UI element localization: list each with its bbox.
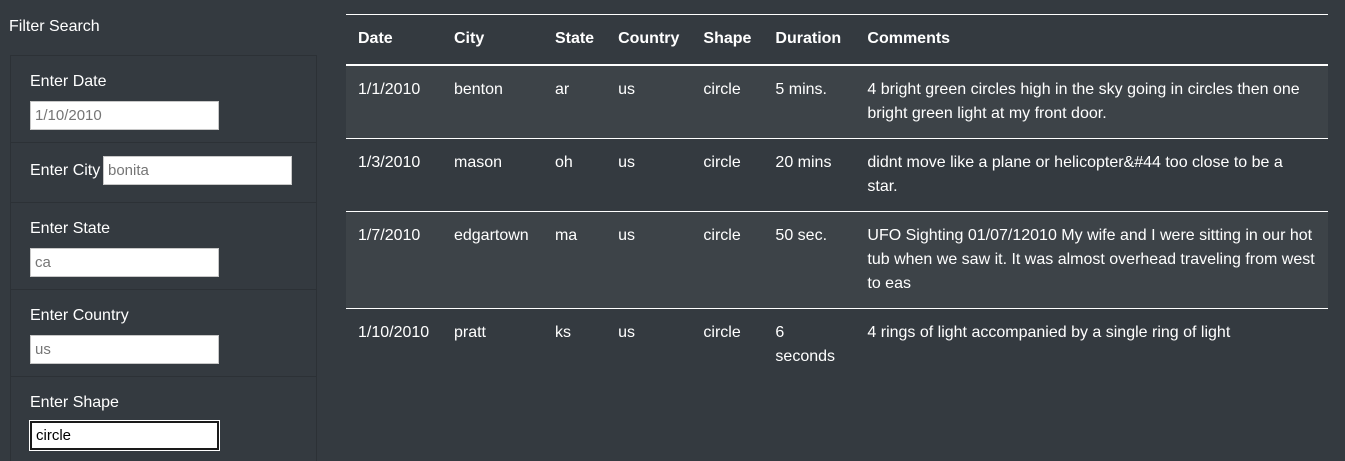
city-input[interactable]	[103, 156, 292, 185]
country-input[interactable]	[30, 335, 219, 364]
filter-panel: Filter Search Enter Date Enter City Ente…	[0, 0, 330, 461]
ufo-table: Date City State Country Shape Duration C…	[346, 14, 1328, 381]
cell-country: us	[606, 211, 692, 309]
cell-shape: circle	[691, 211, 764, 309]
header-country: Country	[606, 14, 692, 66]
cell-duration: 50 sec.	[763, 211, 856, 309]
header-state: State	[542, 14, 607, 66]
filter-list: Enter Date Enter City Enter State Enter …	[10, 55, 317, 461]
state-input[interactable]	[30, 248, 219, 277]
filter-item-shape: Enter Shape	[11, 376, 316, 461]
cell-duration: 20 mins	[763, 138, 856, 212]
header-comments: Comments	[855, 14, 1328, 66]
table-row: 1/1/2010 benton ar us circle 5 mins. 4 b…	[346, 64, 1328, 139]
cell-country: us	[606, 64, 692, 139]
header-city: City	[441, 14, 543, 66]
cell-comments: 4 rings of light accompanied by a single…	[855, 308, 1328, 381]
table-row: 1/3/2010 mason oh us circle 20 mins didn…	[346, 138, 1328, 212]
cell-date: 1/10/2010	[346, 308, 442, 381]
filter-item-country: Enter Country	[11, 289, 316, 377]
shape-input[interactable]	[30, 421, 219, 450]
cell-city: benton	[441, 64, 543, 139]
filter-item-state: Enter State	[11, 202, 316, 290]
header-duration: Duration	[763, 14, 856, 66]
country-label: Enter Country	[30, 307, 129, 324]
cell-shape: circle	[691, 308, 764, 381]
filter-item-date: Enter Date	[11, 55, 316, 143]
cell-date: 1/7/2010	[346, 211, 442, 309]
cell-country: us	[606, 308, 692, 381]
cell-shape: circle	[691, 138, 764, 212]
state-label: Enter State	[30, 220, 111, 237]
page: Filter Search Enter Date Enter City Ente…	[0, 0, 1345, 461]
cell-duration: 5 mins.	[763, 64, 856, 139]
ufo-table-container: Date City State Country Shape Duration C…	[346, 14, 1328, 381]
cell-state: ks	[542, 308, 607, 381]
date-input[interactable]	[30, 101, 219, 130]
cell-comments: didnt move like a plane or helicopter&#4…	[855, 138, 1328, 212]
cell-state: oh	[542, 138, 607, 212]
cell-comments: 4 bright green circles high in the sky g…	[855, 64, 1328, 139]
cell-state: ma	[542, 211, 607, 309]
table-header-row: Date City State Country Shape Duration C…	[346, 14, 1328, 66]
filter-item-city: Enter City	[11, 142, 316, 203]
header-shape: Shape	[691, 14, 764, 66]
cell-duration: 6 seconds	[763, 308, 856, 381]
cell-state: ar	[542, 64, 607, 139]
date-label: Enter Date	[30, 73, 107, 90]
filter-title: Filter Search	[9, 18, 100, 35]
cell-date: 1/3/2010	[346, 138, 442, 212]
cell-comments: UFO Sighting 01/07/12010 My wife and I w…	[855, 211, 1328, 309]
header-date: Date	[346, 14, 442, 66]
table-row: 1/7/2010 edgartown ma us circle 50 sec. …	[346, 211, 1328, 309]
cell-city: edgartown	[441, 211, 543, 309]
cell-date: 1/1/2010	[346, 64, 442, 139]
cell-city: pratt	[441, 308, 543, 381]
cell-shape: circle	[691, 64, 764, 139]
city-label: Enter City	[30, 162, 101, 179]
cell-country: us	[606, 138, 692, 212]
cell-city: mason	[441, 138, 543, 212]
shape-label: Enter Shape	[30, 394, 119, 411]
table-row: 1/10/2010 pratt ks us circle 6 seconds 4…	[346, 308, 1328, 381]
